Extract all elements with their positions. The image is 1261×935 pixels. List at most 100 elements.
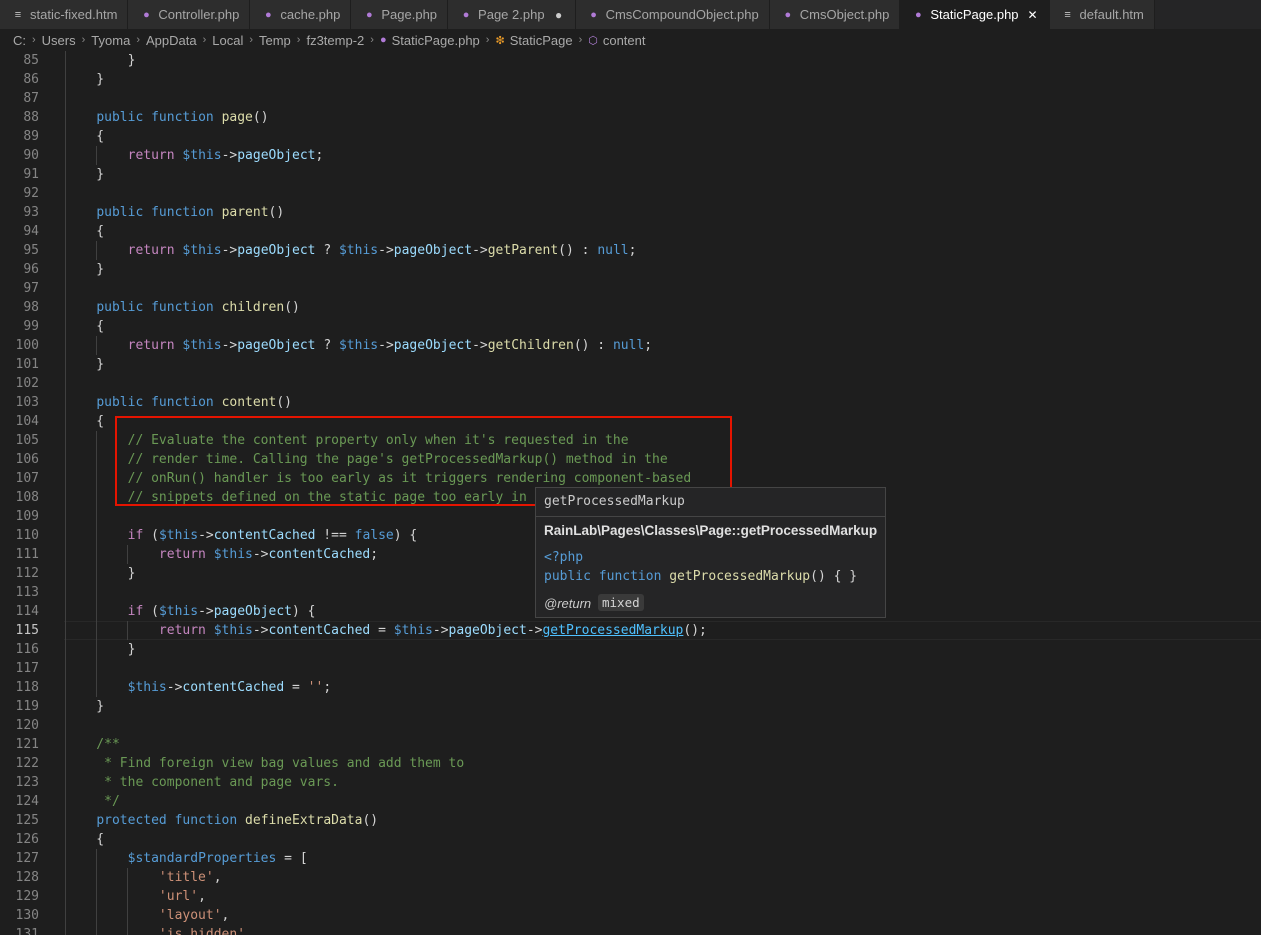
code-text[interactable]: */ [65, 792, 120, 811]
chevron-right-icon: › [81, 34, 86, 46]
line-number: 116 [15, 642, 39, 657]
code-text[interactable]: { [65, 830, 104, 849]
breadcrumb-method[interactable]: content [603, 33, 646, 48]
code-line: 88 public function page() [0, 108, 1261, 127]
code-line: 122 * Find foreign view bag values and a… [0, 754, 1261, 773]
code-text[interactable]: } [65, 697, 104, 716]
hover-declaration: public function getProcessedMarkup() { } [544, 569, 857, 584]
code-text[interactable]: $standardProperties = [ [65, 849, 308, 868]
code-text[interactable]: public function content() [65, 393, 292, 412]
breadcrumb-segment[interactable]: fz3temp-2 [306, 33, 364, 48]
code-line: 96 } [0, 260, 1261, 279]
indent-guide [127, 868, 129, 935]
code-text[interactable]: /** [65, 735, 120, 754]
code-line: 86 } [0, 70, 1261, 89]
code-text[interactable]: { [65, 317, 104, 336]
line-number: 103 [15, 395, 39, 410]
code-line: 127 $standardProperties = [ [0, 849, 1261, 868]
code-text[interactable]: } [65, 165, 104, 184]
code-text[interactable]: } [65, 260, 104, 279]
tab-cache-php[interactable]: ● cache.php [250, 0, 352, 29]
tab-label: cache.php [280, 7, 341, 22]
chevron-right-icon: › [202, 34, 207, 46]
tab-page-php[interactable]: ● Page.php [351, 0, 449, 29]
code-text[interactable]: 'title', [65, 868, 222, 887]
line-number: 97 [23, 281, 39, 296]
tab-cmsobject-php[interactable]: ● CmsObject.php [769, 0, 901, 29]
code-text[interactable]: 'layout', [65, 906, 229, 925]
code-text[interactable]: return $this->contentCached; [65, 545, 378, 564]
code-text[interactable]: if ($this->contentCached !== false) { [65, 526, 418, 545]
tab-page-2-php[interactable]: ● Page 2.php ● [448, 0, 576, 29]
line-number: 112 [15, 566, 39, 581]
code-editor[interactable]: 85 } 86 } 87 88 public function page() 89 {9… [0, 51, 1261, 935]
code-text[interactable]: 'is_hidden', [65, 925, 253, 935]
code-text[interactable]: public function page() [65, 108, 268, 127]
line-number: 98 [23, 300, 39, 315]
code-text[interactable]: protected function defineExtraData() [65, 811, 378, 830]
line-number: 128 [15, 870, 39, 885]
code-text[interactable]: * Find foreign view bag values and add t… [65, 754, 464, 773]
indent-guide [65, 51, 66, 935]
php-elephant-icon: ● [462, 8, 470, 21]
breadcrumb-segment[interactable]: Tyoma [91, 33, 130, 48]
tab-label: CmsObject.php [799, 7, 890, 22]
code-text[interactable]: } [65, 51, 136, 70]
indent-guide [96, 336, 98, 355]
code-line: 87 [0, 89, 1261, 108]
code-line: 89 { [0, 127, 1261, 146]
code-line: 91 } [0, 165, 1261, 184]
breadcrumb-file[interactable]: StaticPage.php [392, 33, 480, 48]
code-line: 118 $this->contentCached = ''; [0, 678, 1261, 697]
tab-controller-php[interactable]: ● Controller.php [128, 0, 251, 29]
tab-default-htm[interactable]: ≡ default.htm [1049, 0, 1155, 29]
code-line: 92 [0, 184, 1261, 203]
code-text[interactable]: return $this->pageObject ? $this->pageOb… [65, 241, 637, 260]
breadcrumb-segment[interactable]: Temp [259, 33, 291, 48]
breadcrumb-segment[interactable]: Users [42, 33, 76, 48]
code-text[interactable]: } [65, 640, 136, 659]
line-number: 90 [23, 148, 39, 163]
tab-label: Page.php [381, 7, 438, 22]
unsaved-dot-icon[interactable]: ● [553, 8, 565, 22]
breadcrumb-segment[interactable]: AppData [146, 33, 197, 48]
tab-cmscompoundobject-php[interactable]: ● CmsCompoundObject.php [575, 0, 770, 29]
chevron-right-icon: › [249, 34, 253, 46]
breadcrumb-segment[interactable]: Local [212, 33, 243, 48]
chevron-right-icon: › [136, 34, 140, 46]
close-icon[interactable]: ✕ [1027, 8, 1039, 22]
code-line: 102 [0, 374, 1261, 393]
indent-guide [96, 146, 98, 165]
code-text[interactable]: if ($this->pageObject) { [65, 602, 316, 621]
tab-label: CmsCompoundObject.php [605, 7, 759, 22]
code-text[interactable]: } [65, 564, 136, 583]
code-text[interactable]: { [65, 412, 104, 431]
code-line: 120 [0, 716, 1261, 735]
line-number: 101 [15, 357, 39, 372]
tab-staticpage-php[interactable]: ● StaticPage.php ✕ [900, 0, 1050, 29]
breadcrumb-class[interactable]: StaticPage [510, 33, 573, 48]
tab-static-fixed-htm[interactable]: ≡ static-fixed.htm [0, 0, 129, 29]
code-text[interactable]: } [65, 355, 104, 374]
code-text[interactable]: return $this->pageObject; [65, 146, 324, 165]
code-text[interactable]: * the component and page vars. [65, 773, 339, 792]
tab-label: default.htm [1079, 7, 1144, 22]
code-text[interactable]: { [65, 222, 104, 241]
code-text[interactable]: 'url', [65, 887, 206, 906]
code-text[interactable]: return $this->pageObject ? $this->pageOb… [65, 336, 652, 355]
code-text[interactable]: public function children() [65, 298, 300, 317]
code-text[interactable]: { [65, 127, 104, 146]
method-cube-icon: ⬡ [588, 34, 598, 47]
line-number: 102 [15, 376, 39, 391]
chevron-right-icon: › [370, 34, 374, 46]
code-text[interactable]: } [65, 70, 104, 89]
file-lines-icon: ≡ [1064, 8, 1071, 21]
line-number: 117 [15, 661, 39, 676]
breadcrumb-segment[interactable]: C: [13, 33, 26, 48]
code-line: 101 } [0, 355, 1261, 374]
code-text[interactable]: $this->contentCached = ''; [65, 678, 332, 697]
code-text[interactable]: public function parent() [65, 203, 284, 222]
code-line: 94 { [0, 222, 1261, 241]
line-number: 100 [15, 338, 39, 353]
code-text[interactable]: return $this->contentCached = $this->pag… [65, 621, 707, 640]
